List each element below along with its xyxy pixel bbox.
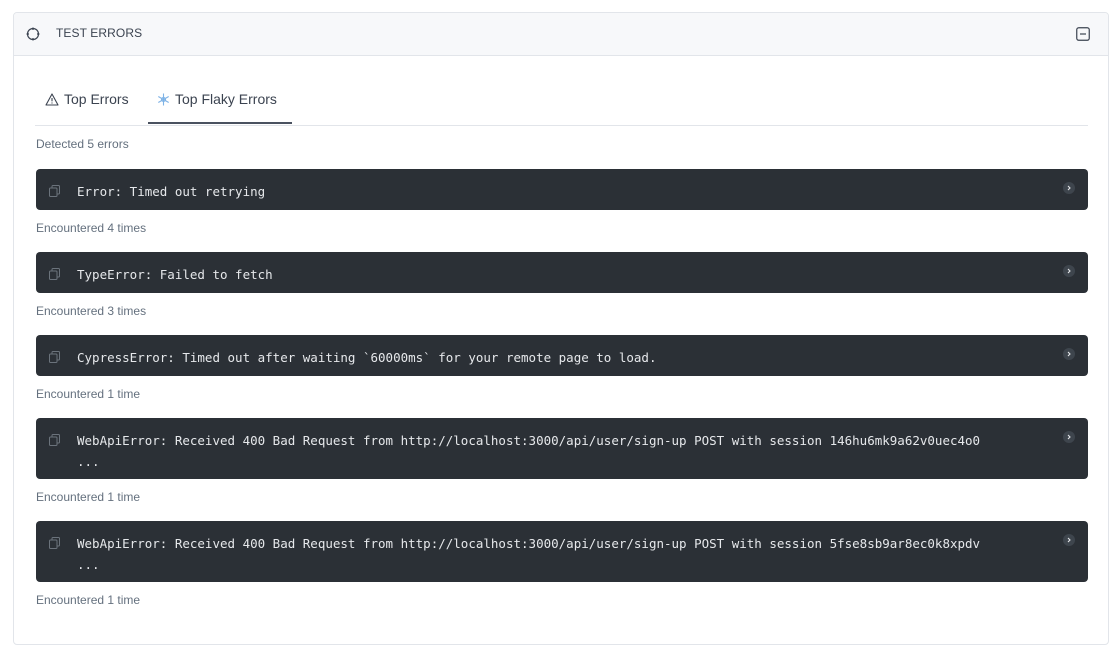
error-message: WebApiError: Received 400 Bad Request fr…: [77, 536, 981, 572]
error-count: Encountered 3 times: [36, 304, 147, 318]
tab-label: Top Flaky Errors: [175, 91, 277, 107]
copy-icon[interactable]: [49, 537, 60, 549]
active-tab-indicator: [148, 122, 292, 124]
error-card[interactable]: WebApiError: Received 400 Bad Request fr…: [36, 521, 1088, 582]
error-message: WebApiError: Received 400 Bad Request fr…: [77, 433, 981, 469]
tab-top-errors[interactable]: Top Errors: [45, 91, 129, 124]
minus-square-icon[interactable]: [1076, 27, 1090, 41]
error-count: Encountered 1 time: [36, 387, 141, 401]
error-tabs: Top Errors Top Flaky Errors: [35, 91, 1088, 126]
error-message: TypeError: Failed to fetch: [77, 267, 273, 282]
error-card[interactable]: WebApiError: Received 400 Bad Request fr…: [36, 418, 1088, 479]
panel-header: TEST ERRORS: [14, 13, 1108, 56]
error-card[interactable]: Error: Timed out retrying: [36, 169, 1088, 210]
chevron-right-icon[interactable]: [1063, 265, 1075, 277]
tab-label: Top Errors: [64, 91, 129, 107]
chevron-right-icon[interactable]: [1063, 348, 1075, 360]
panel-title: TEST ERRORS: [56, 26, 143, 40]
error-card[interactable]: CypressError: Timed out after waiting `6…: [36, 335, 1088, 376]
crosshair-icon: [26, 27, 40, 41]
copy-icon[interactable]: [49, 351, 60, 363]
error-message: CypressError: Timed out after waiting `6…: [77, 350, 657, 365]
error-message: Error: Timed out retrying: [77, 184, 266, 199]
tab-top-flaky-errors[interactable]: Top Flaky Errors: [157, 91, 277, 124]
test-errors-panel: TEST ERRORS Top Errors Top Flaky Errors …: [13, 12, 1109, 645]
chevron-right-icon[interactable]: [1063, 182, 1075, 194]
chevron-right-icon[interactable]: [1063, 534, 1075, 546]
warning-triangle-icon: [45, 93, 59, 106]
error-count: Encountered 1 time: [36, 490, 141, 504]
error-count: Encountered 4 times: [36, 221, 147, 235]
copy-icon[interactable]: [49, 434, 60, 446]
snowflake-icon: [158, 93, 169, 106]
errors-summary: Detected 5 errors: [36, 137, 129, 151]
chevron-right-icon[interactable]: [1063, 431, 1075, 443]
error-count: Encountered 1 time: [36, 593, 141, 607]
copy-icon[interactable]: [49, 185, 60, 197]
copy-icon[interactable]: [49, 268, 60, 280]
error-card[interactable]: TypeError: Failed to fetch: [36, 252, 1088, 293]
